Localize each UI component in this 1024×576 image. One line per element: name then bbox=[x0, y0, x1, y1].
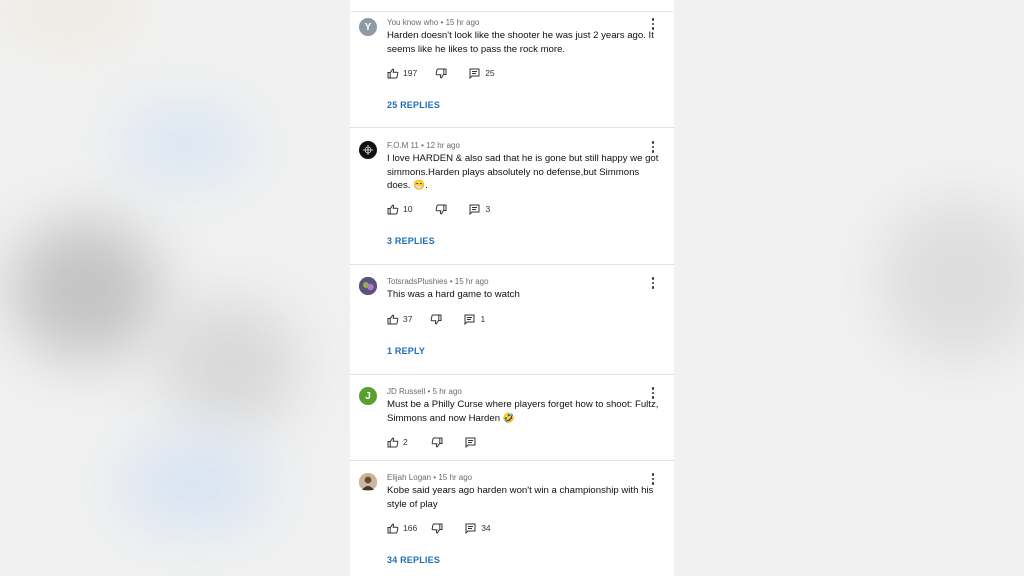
comment-text: Harden doesn't look like the shooter he … bbox=[387, 30, 654, 55]
like-button[interactable]: 166 bbox=[387, 523, 417, 534]
avatar[interactable] bbox=[359, 141, 377, 159]
meta-separator: • bbox=[449, 277, 453, 286]
like-count: 166 bbox=[403, 523, 418, 533]
view-replies-button[interactable]: 25 REPLIES bbox=[387, 100, 440, 110]
avatar[interactable]: Y bbox=[359, 18, 377, 36]
comment-meta: Elijah Logan • 15 hr ago bbox=[387, 473, 472, 482]
reply-count: 34 bbox=[481, 523, 491, 533]
like-button[interactable]: 197 bbox=[387, 68, 417, 79]
comment-author[interactable]: Elijah Logan bbox=[387, 473, 431, 482]
dislike-button[interactable] bbox=[435, 68, 447, 79]
comment-item: Y You know who • 15 hr ago Harden doesn'… bbox=[350, 12, 674, 128]
like-button[interactable]: 10 bbox=[387, 204, 412, 215]
dislike-button[interactable] bbox=[431, 437, 443, 448]
thumbs-down-icon bbox=[435, 204, 447, 215]
comment-time: 5 hr ago bbox=[432, 387, 462, 396]
comment-author[interactable]: JD Russell bbox=[387, 387, 425, 396]
comment-item: Elijah Logan • 15 hr ago Kobe said years… bbox=[350, 461, 674, 576]
comment-author[interactable]: TotsradsPlushies bbox=[387, 277, 447, 286]
comments-panel: Y You know who • 15 hr ago Harden doesn'… bbox=[350, 0, 674, 576]
comment-icon bbox=[465, 437, 476, 448]
like-button[interactable]: 37 bbox=[387, 314, 412, 325]
comment-item: F.O.M 11 • 12 hr ago I love HARDEN & als… bbox=[350, 128, 674, 265]
meta-separator: • bbox=[427, 387, 431, 396]
comment-actions: 166 34 bbox=[387, 521, 491, 535]
avatar[interactable]: J bbox=[359, 387, 377, 405]
like-button[interactable]: 2 bbox=[387, 437, 408, 448]
comment-item: TotsradsPlushies • 15 hr ago This was a … bbox=[350, 265, 674, 375]
reply-button[interactable]: 34 bbox=[465, 523, 491, 534]
comment-text: I love HARDEN & also sad that he is gone… bbox=[387, 153, 659, 191]
like-count: 2 bbox=[403, 437, 408, 447]
comment-author[interactable]: You know who bbox=[387, 18, 438, 27]
comment-item: J JD Russell • 5 hr ago Must be a Philly… bbox=[350, 375, 674, 461]
dislike-button[interactable] bbox=[430, 314, 442, 325]
meta-separator: • bbox=[433, 473, 437, 482]
comment-text: Must be a Philly Curse where players for… bbox=[387, 399, 659, 424]
comment-actions: 10 3 bbox=[387, 202, 490, 216]
comment-time: 15 hr ago bbox=[438, 473, 473, 482]
meta-separator: • bbox=[440, 18, 444, 27]
comment-time: 12 hr ago bbox=[426, 141, 460, 150]
comment-meta: JD Russell • 5 hr ago bbox=[387, 387, 462, 396]
like-count: 37 bbox=[403, 314, 413, 324]
comment-text: Kobe said years ago harden won't win a c… bbox=[387, 485, 654, 510]
comment-icon bbox=[469, 204, 480, 215]
comment-meta: TotsradsPlushies • 15 hr ago bbox=[387, 277, 489, 286]
thumbs-down-icon bbox=[435, 68, 447, 79]
reply-count: 1 bbox=[480, 314, 486, 324]
thumbs-up-icon bbox=[387, 437, 399, 448]
view-replies-button[interactable]: 3 REPLIES bbox=[387, 236, 435, 246]
comment-icon bbox=[464, 314, 475, 325]
comment-actions: 37 1 bbox=[387, 312, 485, 326]
thumbs-up-icon bbox=[387, 204, 399, 215]
comment-icon bbox=[465, 523, 476, 534]
comment-time: 15 hr ago bbox=[454, 277, 489, 286]
reply-button[interactable]: 25 bbox=[469, 68, 495, 79]
reply-button[interactable]: 1 bbox=[464, 314, 485, 325]
dislike-button[interactable] bbox=[431, 523, 443, 534]
comment-meta: F.O.M 11 • 12 hr ago bbox=[387, 141, 460, 150]
like-count: 197 bbox=[403, 68, 418, 78]
comment-actions: 197 25 bbox=[387, 66, 495, 80]
meta-separator: • bbox=[421, 141, 424, 150]
plush-avatar-icon bbox=[359, 277, 377, 295]
comment-author[interactable]: F.O.M 11 bbox=[387, 141, 419, 150]
comment-actions: 2 bbox=[387, 435, 476, 449]
thumbs-up-icon bbox=[387, 68, 399, 79]
view-replies-button[interactable]: 1 REPLY bbox=[387, 346, 425, 356]
view-replies-button[interactable]: 34 REPLIES bbox=[387, 555, 440, 565]
profile-photo-icon bbox=[359, 473, 377, 491]
thumbs-down-icon bbox=[431, 437, 443, 448]
reply-button[interactable] bbox=[465, 437, 476, 448]
thumbs-up-icon bbox=[387, 314, 399, 325]
comment-meta: You know who • 15 hr ago bbox=[387, 18, 479, 27]
reply-button[interactable]: 3 bbox=[469, 204, 490, 215]
like-count: 10 bbox=[403, 204, 413, 214]
comment-icon bbox=[469, 68, 480, 79]
dislike-button[interactable] bbox=[435, 204, 447, 215]
comment-time: 15 hr ago bbox=[445, 18, 480, 27]
thumbs-down-icon bbox=[431, 523, 443, 534]
thumbs-up-icon bbox=[387, 523, 399, 534]
reply-count: 25 bbox=[485, 68, 495, 78]
avatar[interactable] bbox=[359, 277, 377, 295]
reply-count: 3 bbox=[485, 204, 491, 214]
avatar[interactable] bbox=[359, 473, 377, 491]
thumbs-down-icon bbox=[430, 314, 442, 325]
crosshair-icon bbox=[363, 145, 373, 155]
comment-text: This was a hard game to watch bbox=[387, 289, 520, 300]
